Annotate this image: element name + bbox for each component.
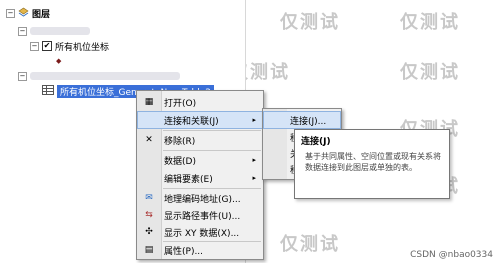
credit-watermark: CSDN @nbao0334 <box>410 250 493 260</box>
remove-icon: ✕ <box>145 135 153 145</box>
menu-item-label: 连接(J)... <box>290 116 327 127</box>
tooltip-title: 连接(J) <box>301 137 331 147</box>
watermark: 仅测试 <box>400 62 460 83</box>
tree-root-label: 图层 <box>32 9 51 20</box>
route-icon: ⇆ <box>145 210 153 220</box>
menu-item-label: 地理编码地址(G)... <box>164 194 241 205</box>
watermark: 仅测试 <box>400 12 460 33</box>
menu-item-geocode[interactable]: ✉ 地理编码地址(G)... <box>138 190 262 206</box>
menu-item-label: 显示 XY 数据(X)... <box>164 228 240 239</box>
watermark: 仅测试 <box>280 234 340 255</box>
collapse-icon[interactable]: − <box>18 26 27 36</box>
menu-item-properties[interactable]: ▤ 属性(P)... <box>138 242 262 258</box>
menu-item-label: 打开(O) <box>164 98 197 109</box>
submenu-arrow-icon: ▸ <box>252 174 256 182</box>
xy-icon: ✣ <box>145 227 153 237</box>
geocode-icon: ✉ <box>145 193 153 203</box>
point-symbol-icon: ◆ <box>56 57 62 65</box>
tree-root[interactable]: − 图层 <box>6 6 50 20</box>
layers-icon <box>18 7 29 20</box>
menu-item-label: 数据(D) <box>164 156 196 167</box>
menu-separator <box>163 130 261 131</box>
menu-item-label: 编辑要素(E) <box>164 174 213 185</box>
submenu-item-join[interactable]: 连接(J)... <box>263 111 341 129</box>
collapse-icon[interactable]: − <box>6 8 15 18</box>
collapse-icon[interactable]: − <box>18 71 27 81</box>
context-menu: ▦ 打开(O) 连接和关联(J) ▸ ✕ 移除(R) 数据(D) ▸ 编辑要素(… <box>136 90 264 260</box>
menu-item-label: 连接和关联(J) <box>164 116 219 127</box>
layer-group-label <box>30 27 90 35</box>
submenu-arrow-icon: ▸ <box>252 156 256 164</box>
menu-item-edit-features[interactable]: 编辑要素(E) ▸ <box>138 170 262 186</box>
menu-item-label: 移除(R) <box>164 136 196 147</box>
symbol-row: ◆ <box>56 54 61 68</box>
tree-item-layer1[interactable]: − ✔ 所有机位坐标 <box>30 39 109 53</box>
tooltip: 连接(J) 基于共同属性、空间位置或现有关系将数据连接到此图层或单独的表。 <box>294 129 450 199</box>
menu-item-route-events[interactable]: ⇆ 显示路径事件(U)... <box>138 207 262 223</box>
menu-item-open[interactable]: ▦ 打开(O) <box>138 94 262 110</box>
menu-item-label: 属性(P)... <box>164 246 204 257</box>
layer1-label: 所有机位坐标 <box>55 42 110 53</box>
table-icon <box>42 84 54 98</box>
tree-item-group[interactable]: − <box>18 24 90 38</box>
watermark: 仅测试 <box>280 12 340 33</box>
tooltip-description: 基于共同属性、空间位置或现有关系将数据连接到此图层或单独的表。 <box>305 152 441 172</box>
tree-item-group[interactable]: − <box>18 69 180 83</box>
collapse-icon[interactable]: − <box>30 41 39 51</box>
menu-item-xy-data[interactable]: ✣ 显示 XY 数据(X)... <box>138 224 262 240</box>
visibility-checkbox[interactable]: ✔ <box>42 41 52 51</box>
layer-group-label <box>30 72 180 80</box>
table-icon: ▦ <box>144 97 154 107</box>
menu-item-label: 显示路径事件(U)... <box>164 211 241 222</box>
menu-separator <box>163 188 261 189</box>
submenu-arrow-icon: ▸ <box>252 116 256 124</box>
menu-separator <box>163 150 261 151</box>
menu-item-data[interactable]: 数据(D) ▸ <box>138 152 262 168</box>
menu-item-remove[interactable]: ✕ 移除(R) <box>138 132 262 148</box>
menu-item-joins-relates[interactable]: 连接和关联(J) ▸ <box>137 111 263 129</box>
properties-icon: ▤ <box>144 245 154 255</box>
